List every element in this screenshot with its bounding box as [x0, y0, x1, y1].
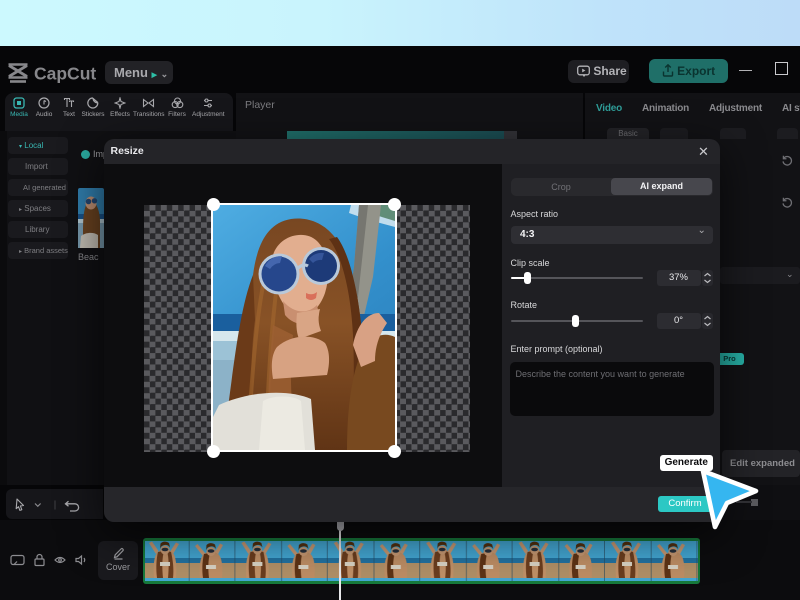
- svg-text:CapCut: CapCut: [34, 64, 96, 84]
